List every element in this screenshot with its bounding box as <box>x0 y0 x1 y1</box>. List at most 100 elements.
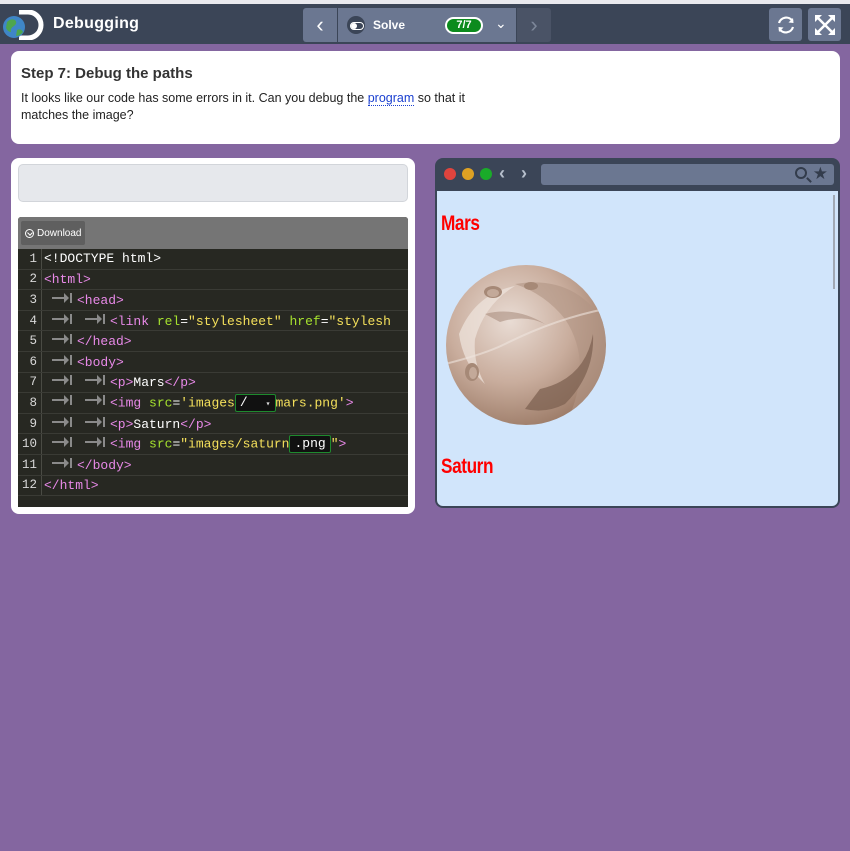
indent-arrow-icon <box>44 292 77 304</box>
instructions-panel: Step 7: Debug the paths It looks like ou… <box>11 51 840 144</box>
saturn-caption: Saturn <box>441 455 494 478</box>
back-arrow-icon: ‹ <box>499 163 505 183</box>
path-separator-dropdown[interactable]: / ▾ <box>234 393 276 412</box>
code-line[interactable]: 6 <body> <box>18 351 408 373</box>
code-token: 'images <box>180 395 235 411</box>
code-token: </head> <box>77 334 132 350</box>
code-panel: Download 1 <!DOCTYPE html> 2 <html> 3 <h… <box>11 158 415 514</box>
indent-arrow-icon <box>77 374 110 386</box>
indent-arrow-icon <box>44 416 77 428</box>
code-line[interactable]: 5 </head> <box>18 331 408 352</box>
code-token: </p> <box>180 416 212 432</box>
code-token: Saturn <box>133 416 181 432</box>
code-line[interactable]: 2 <html> <box>18 269 408 291</box>
preview-panel: ‹ › ★ Mars Saturn <box>435 158 840 508</box>
code-line[interactable]: 12 </html> <box>18 475 408 497</box>
line-number: 4 <box>29 313 37 328</box>
download-label: Download <box>37 227 82 239</box>
star-icon: ★ <box>812 164 828 183</box>
preview-scrollbar[interactable] <box>833 195 835 289</box>
code-token: > <box>345 395 354 411</box>
code-token: <!DOCTYPE html> <box>44 251 162 267</box>
line-number: 3 <box>29 292 37 307</box>
line-number: 8 <box>29 395 37 410</box>
download-button[interactable]: Download <box>21 221 86 245</box>
code-line[interactable]: 1 <!DOCTYPE html> <box>18 249 408 270</box>
line-number: 5 <box>29 334 37 349</box>
extension-text-input[interactable]: .png <box>289 435 331 454</box>
line-number: 12 <box>21 478 37 493</box>
code-token: <head> <box>77 292 124 308</box>
code-token: <p> <box>110 375 134 391</box>
indent-arrow-icon <box>44 333 77 345</box>
line-number: 7 <box>29 375 37 390</box>
toolbox-bar <box>18 164 408 202</box>
url-bar: ★ <box>541 164 834 185</box>
download-icon <box>25 228 34 238</box>
preview-page: Mars Saturn <box>437 191 838 506</box>
code-token: <img <box>110 395 142 411</box>
indent-arrow-icon <box>44 354 77 366</box>
mars-caption: Mars <box>441 212 480 235</box>
line-number: 6 <box>29 354 37 369</box>
dropdown-value: / <box>239 394 248 410</box>
code-token: </html> <box>44 477 99 493</box>
editor-toolbar: Download <box>18 217 408 249</box>
chevron-left-icon: ‹ <box>316 12 324 37</box>
next-level-button[interactable]: › <box>517 8 551 42</box>
expand-icon <box>814 14 835 35</box>
minimize-dot-icon <box>462 168 474 180</box>
code-token: src <box>141 395 173 411</box>
previous-level-button[interactable]: ‹ <box>303 8 337 42</box>
level-nav: ‹ Solve 7/7 ⌄ › <box>303 8 551 42</box>
level-label: Solve <box>373 18 406 32</box>
progress-badge: 7/7 <box>445 17 483 34</box>
code-token: <img <box>110 436 142 452</box>
mars-image <box>446 265 606 425</box>
code-token: <link <box>110 313 150 329</box>
line-number: 1 <box>29 251 37 266</box>
code-token: " <box>330 436 339 452</box>
program-link[interactable]: program <box>367 91 415 106</box>
indent-arrow-icon <box>44 313 77 325</box>
refresh-icon <box>777 16 794 33</box>
indent-arrow-icon <box>77 394 110 406</box>
app-title: Debugging <box>53 15 140 32</box>
code-token: href <box>281 313 321 329</box>
indent-arrow-icon <box>44 436 77 448</box>
indent-arrow-icon <box>77 313 110 325</box>
line-number: 2 <box>29 272 37 287</box>
step-title: Step 7: Debug the paths <box>21 65 193 82</box>
maximize-dot-icon <box>480 168 492 180</box>
code-token: rel <box>149 313 181 329</box>
fullscreen-button[interactable] <box>808 8 841 41</box>
code-editor[interactable]: Download 1 <!DOCTYPE html> 2 <html> 3 <h… <box>18 217 408 507</box>
code-token: mars.png' <box>275 395 346 411</box>
code-token: <p> <box>110 416 134 432</box>
code-token: "images/saturn <box>180 436 290 452</box>
code-token: "stylesheet" <box>188 313 282 329</box>
code-line[interactable]: 8 <img src='images / ▾ mars.png'> <box>18 393 408 414</box>
indent-arrow-icon <box>77 436 110 448</box>
code-token: <html> <box>44 271 91 287</box>
code-line[interactable]: 9 <p>Saturn</p> <box>18 413 408 435</box>
line-number: 11 <box>21 457 37 472</box>
line-number: 10 <box>21 437 37 452</box>
code-line[interactable]: 3 <head> <box>18 290 408 311</box>
code-line[interactable]: 10 <img src="images/saturn .png "> <box>18 434 408 455</box>
indent-arrow-icon <box>44 374 77 386</box>
code-token: Mars <box>133 375 165 391</box>
line-number: 9 <box>29 416 37 431</box>
code-line[interactable]: 7 <p>Mars</p> <box>18 372 408 394</box>
indent-arrow-icon <box>77 416 110 428</box>
reset-button[interactable] <box>769 8 802 41</box>
code-line[interactable]: 4 <link rel="stylesheet" href="stylesh <box>18 310 408 332</box>
chevron-down-icon: ⌄ <box>495 15 507 31</box>
code-line[interactable]: 11 </body> <box>18 454 408 476</box>
code-org-logo[interactable] <box>2 10 44 40</box>
code-token: </body> <box>77 457 132 473</box>
indent-arrow-icon <box>44 457 77 469</box>
browser-bar: ‹ › ★ <box>435 158 840 190</box>
forward-arrow-icon: › <box>521 163 527 183</box>
level-dropdown[interactable]: Solve 7/7 ⌄ <box>338 8 516 42</box>
